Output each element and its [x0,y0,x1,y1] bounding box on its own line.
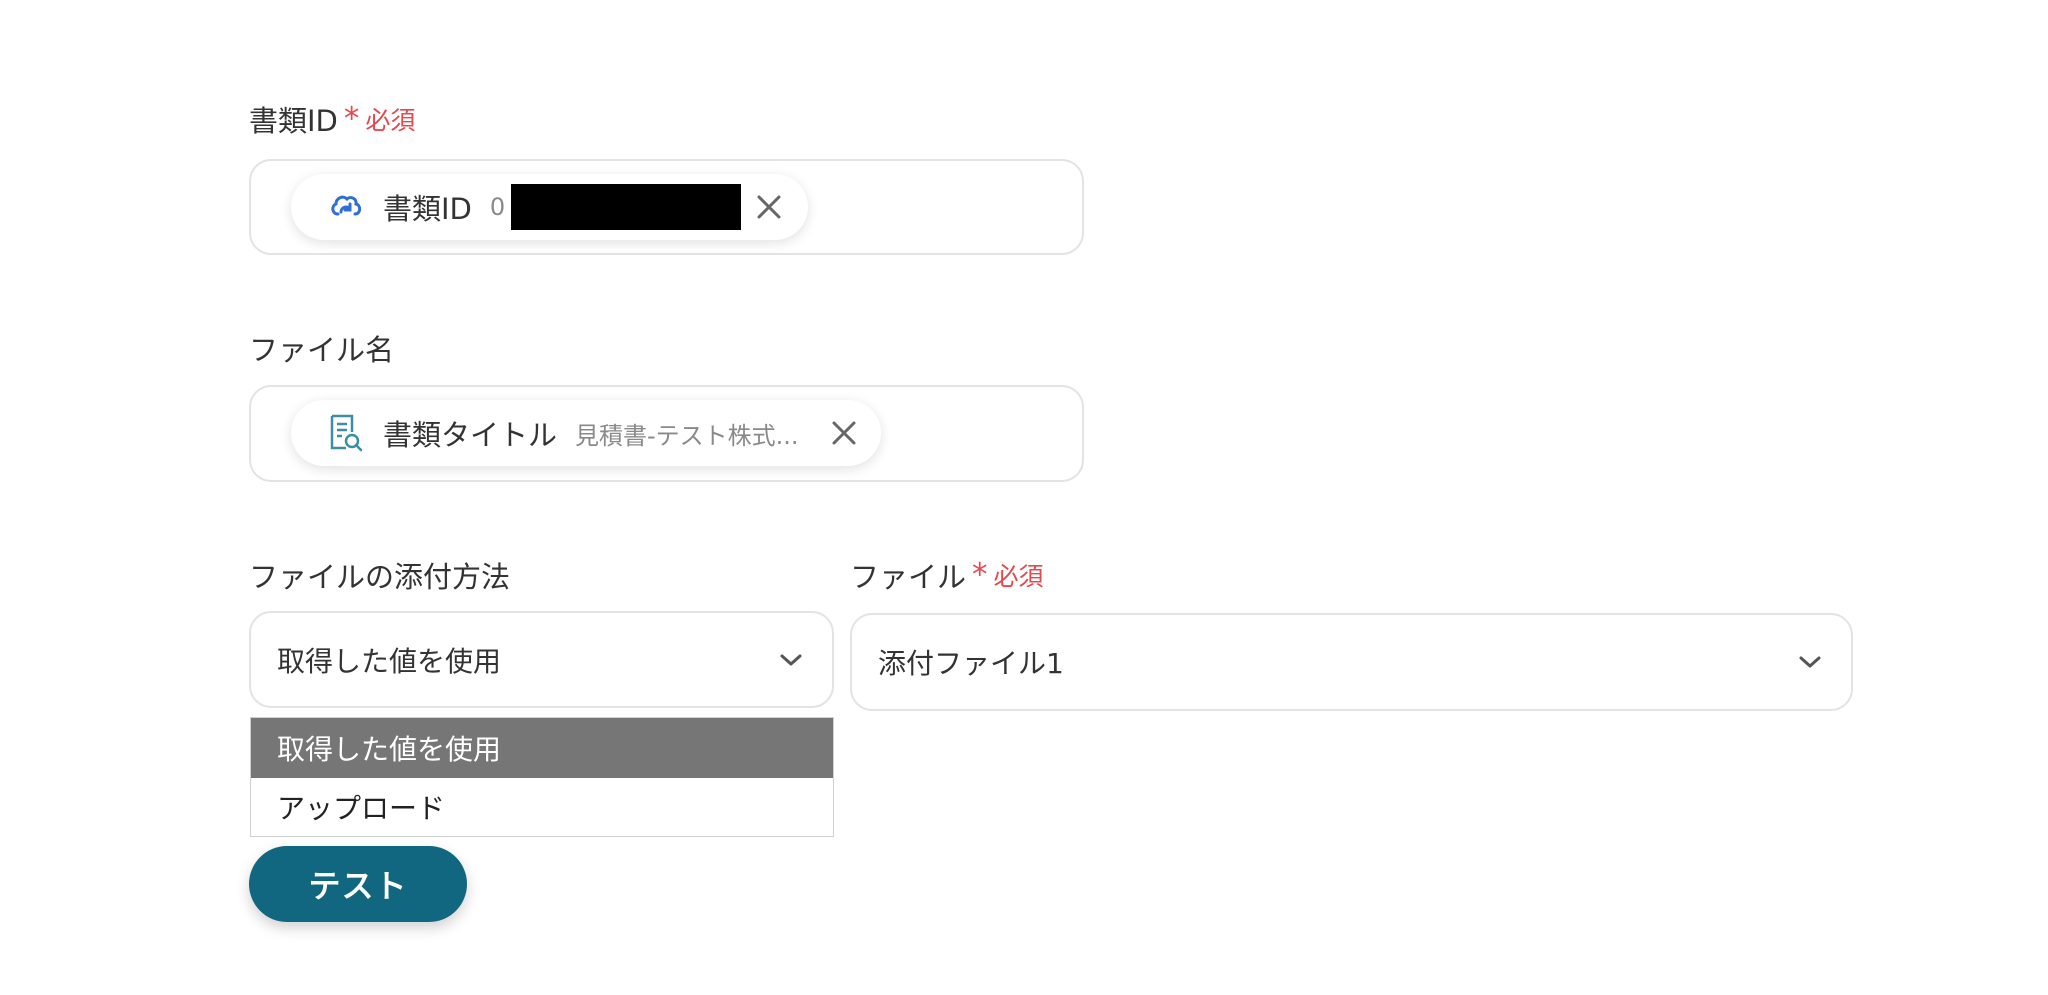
file-label-row: ファイル * 必須 [850,554,1044,596]
filename-label: ファイル名 [249,333,395,367]
file-label: ファイル [850,560,967,594]
chevron-down-icon [1797,654,1823,670]
cloud-sync-icon [327,188,365,226]
doc-id-label: 書類ID [249,104,338,138]
filename-chip-title: 書類タイトル [383,418,558,452]
document-search-icon [327,414,365,452]
doc-id-field[interactable]: 書類ID 0 [249,159,1084,255]
close-icon[interactable] [753,191,785,223]
required-asterisk: * [343,100,360,137]
filename-chip[interactable]: 書類タイトル 見積書-テスト株式... [291,400,881,466]
file-select[interactable]: 添付ファイル1 [850,613,1853,711]
doc-id-chip-value: 0 [489,193,506,221]
doc-id-chip-title: 書類ID [383,192,472,226]
close-icon[interactable] [828,417,860,449]
required-indicator: * 必須 [972,557,1044,593]
attach-method-selected-value: 取得した値を使用 [277,644,502,678]
required-indicator: * 必須 [344,101,416,137]
filename-field[interactable]: 書類タイトル 見積書-テスト株式... [249,385,1084,482]
filename-label-row: ファイル名 [249,327,394,369]
file-selected-value: 添付ファイル1 [878,647,1064,680]
test-button[interactable]: テスト [249,846,467,922]
required-text: 必須 [993,562,1044,591]
required-asterisk: * [972,556,988,593]
filename-chip-value: 見積書-テスト株式... [575,421,799,450]
doc-id-label-row: 書類ID * 必須 [249,98,415,140]
redaction-block [511,184,742,230]
attach-method-label: ファイルの添付方法 [249,560,511,594]
required-text: 必須 [365,106,416,135]
dropdown-option-upload[interactable]: アップロード [251,778,833,836]
chevron-down-icon [778,652,804,668]
doc-id-chip[interactable]: 書類ID 0 [291,174,808,240]
dropdown-option-use-fetched-value[interactable]: 取得した値を使用 [251,718,833,778]
attach-method-select[interactable]: 取得した値を使用 [249,611,834,708]
attach-method-label-row: ファイルの添付方法 [249,554,510,596]
attach-method-dropdown: 取得した値を使用 アップロード [250,717,834,837]
